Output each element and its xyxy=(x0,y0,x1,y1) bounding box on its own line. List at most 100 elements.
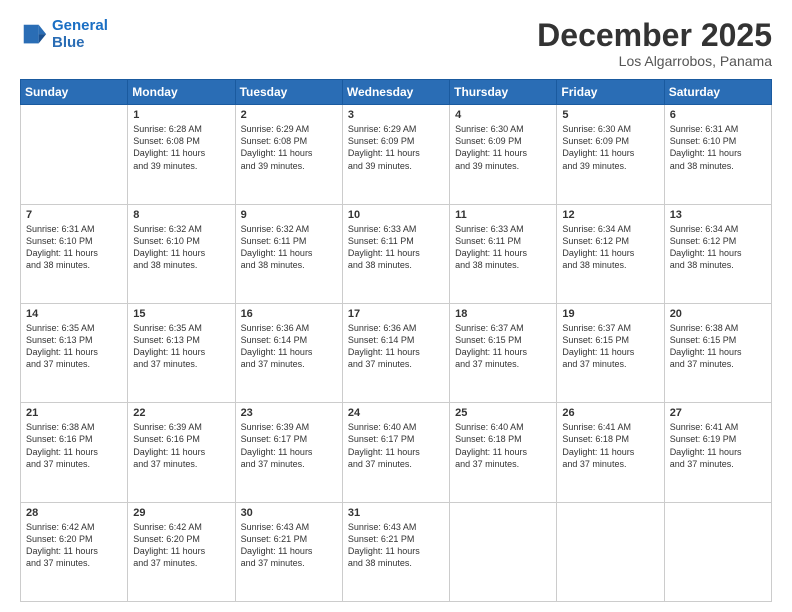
day-info: Sunrise: 6:31 AM Sunset: 6:10 PM Dayligh… xyxy=(26,223,122,272)
day-info: Sunrise: 6:39 AM Sunset: 6:17 PM Dayligh… xyxy=(241,421,337,470)
day-info: Sunrise: 6:37 AM Sunset: 6:15 PM Dayligh… xyxy=(562,322,658,371)
day-number: 27 xyxy=(670,407,766,419)
calendar-cell: 23 Sunrise: 6:39 AM Sunset: 6:17 PM Dayli… xyxy=(235,403,342,502)
day-number: 7 xyxy=(26,209,122,221)
day-number: 11 xyxy=(455,209,551,221)
calendar-cell: 24 Sunrise: 6:40 AM Sunset: 6:17 PM Dayli… xyxy=(342,403,449,502)
day-info: Sunrise: 6:38 AM Sunset: 6:15 PM Dayligh… xyxy=(670,322,766,371)
calendar-cell: 12Sunrise: 6:34 AM Sunset: 6:12 PM Dayli… xyxy=(557,204,664,303)
calendar-week-row: 21 Sunrise: 6:38 AM Sunset: 6:16 PM Dayli… xyxy=(21,403,772,502)
calendar-cell: 9 Sunrise: 6:32 AM Sunset: 6:11 PM Daylig… xyxy=(235,204,342,303)
day-number: 8 xyxy=(133,209,229,221)
calendar-cell: 16 Sunrise: 6:36 AM Sunset: 6:14 PM Dayli… xyxy=(235,303,342,402)
day-info: Sunrise: 6:32 AM Sunset: 6:11 PM Dayligh… xyxy=(241,223,337,272)
calendar-header-row: SundayMondayTuesdayWednesdayThursdayFrid… xyxy=(21,80,772,105)
calendar-cell xyxy=(557,502,664,601)
calendar-day-header: Tuesday xyxy=(235,80,342,105)
day-number: 18 xyxy=(455,308,551,320)
day-number: 3 xyxy=(348,109,444,121)
calendar-cell: 6 Sunrise: 6:31 AM Sunset: 6:10 PM Daylig… xyxy=(664,105,771,204)
day-number: 24 xyxy=(348,407,444,419)
day-info: Sunrise: 6:28 AM Sunset: 6:08 PM Dayligh… xyxy=(133,123,229,172)
calendar-day-header: Friday xyxy=(557,80,664,105)
calendar-week-row: 1 Sunrise: 6:28 AM Sunset: 6:08 PM Daylig… xyxy=(21,105,772,204)
day-info: Sunrise: 6:41 AM Sunset: 6:19 PM Dayligh… xyxy=(670,421,766,470)
day-info: Sunrise: 6:31 AM Sunset: 6:10 PM Dayligh… xyxy=(670,123,766,172)
calendar-cell: 13 Sunrise: 6:34 AM Sunset: 6:12 PM Dayli… xyxy=(664,204,771,303)
day-number: 6 xyxy=(670,109,766,121)
calendar-cell: 27 Sunrise: 6:41 AM Sunset: 6:19 PM Dayli… xyxy=(664,403,771,502)
logo: General Blue xyxy=(20,18,108,51)
day-number: 4 xyxy=(455,109,551,121)
day-number: 25 xyxy=(455,407,551,419)
day-number: 15 xyxy=(133,308,229,320)
day-number: 9 xyxy=(241,209,337,221)
logo-icon xyxy=(20,21,48,49)
calendar-table: SundayMondayTuesdayWednesdayThursdayFrid… xyxy=(20,79,772,602)
calendar-day-header: Saturday xyxy=(664,80,771,105)
day-number: 21 xyxy=(26,407,122,419)
day-number: 5 xyxy=(562,109,658,121)
day-info: Sunrise: 6:37 AM Sunset: 6:15 PM Dayligh… xyxy=(455,322,551,371)
day-number: 2 xyxy=(241,109,337,121)
calendar-cell: 30 Sunrise: 6:43 AM Sunset: 6:21 PM Dayli… xyxy=(235,502,342,601)
location: Los Algarrobos, Panama xyxy=(537,53,772,69)
day-info: Sunrise: 6:43 AM Sunset: 6:21 PM Dayligh… xyxy=(241,521,337,570)
calendar-cell: 21 Sunrise: 6:38 AM Sunset: 6:16 PM Dayli… xyxy=(21,403,128,502)
day-number: 23 xyxy=(241,407,337,419)
day-info: Sunrise: 6:34 AM Sunset: 6:12 PM Dayligh… xyxy=(670,223,766,272)
calendar-cell: 17 Sunrise: 6:36 AM Sunset: 6:14 PM Dayli… xyxy=(342,303,449,402)
logo-text: General Blue xyxy=(52,18,108,51)
day-number: 16 xyxy=(241,308,337,320)
day-number: 10 xyxy=(348,209,444,221)
calendar-cell: 19 Sunrise: 6:37 AM Sunset: 6:15 PM Dayli… xyxy=(557,303,664,402)
calendar-cell: 8 Sunrise: 6:32 AM Sunset: 6:10 PM Daylig… xyxy=(128,204,235,303)
day-number: 13 xyxy=(670,209,766,221)
calendar-cell: 3 Sunrise: 6:29 AM Sunset: 6:09 PM Daylig… xyxy=(342,105,449,204)
day-info: Sunrise: 6:35 AM Sunset: 6:13 PM Dayligh… xyxy=(26,322,122,371)
calendar-week-row: 14 Sunrise: 6:35 AM Sunset: 6:13 PM Dayli… xyxy=(21,303,772,402)
calendar-cell xyxy=(664,502,771,601)
calendar-day-header: Sunday xyxy=(21,80,128,105)
day-info: Sunrise: 6:33 AM Sunset: 6:11 PM Dayligh… xyxy=(348,223,444,272)
day-number: 29 xyxy=(133,507,229,519)
day-info: Sunrise: 6:33 AM Sunset: 6:11 PM Dayligh… xyxy=(455,223,551,272)
day-info: Sunrise: 6:30 AM Sunset: 6:09 PM Dayligh… xyxy=(562,123,658,172)
month-title: December 2025 xyxy=(537,18,772,53)
day-number: 30 xyxy=(241,507,337,519)
calendar-cell: 10 Sunrise: 6:33 AM Sunset: 6:11 PM Dayli… xyxy=(342,204,449,303)
calendar-cell: 7 Sunrise: 6:31 AM Sunset: 6:10 PM Daylig… xyxy=(21,204,128,303)
calendar-cell: 25Sunrise: 6:40 AM Sunset: 6:18 PM Dayli… xyxy=(450,403,557,502)
day-info: Sunrise: 6:40 AM Sunset: 6:17 PM Dayligh… xyxy=(348,421,444,470)
day-info: Sunrise: 6:32 AM Sunset: 6:10 PM Dayligh… xyxy=(133,223,229,272)
day-number: 28 xyxy=(26,507,122,519)
calendar-cell: 2Sunrise: 6:29 AM Sunset: 6:08 PM Daylig… xyxy=(235,105,342,204)
day-info: Sunrise: 6:41 AM Sunset: 6:18 PM Dayligh… xyxy=(562,421,658,470)
calendar-cell: 15 Sunrise: 6:35 AM Sunset: 6:13 PM Dayli… xyxy=(128,303,235,402)
day-info: Sunrise: 6:36 AM Sunset: 6:14 PM Dayligh… xyxy=(241,322,337,371)
day-number: 17 xyxy=(348,308,444,320)
day-info: Sunrise: 6:38 AM Sunset: 6:16 PM Dayligh… xyxy=(26,421,122,470)
day-info: Sunrise: 6:35 AM Sunset: 6:13 PM Dayligh… xyxy=(133,322,229,371)
calendar-cell: 31Sunrise: 6:43 AM Sunset: 6:21 PM Dayli… xyxy=(342,502,449,601)
calendar-cell: 1 Sunrise: 6:28 AM Sunset: 6:08 PM Daylig… xyxy=(128,105,235,204)
day-info: Sunrise: 6:42 AM Sunset: 6:20 PM Dayligh… xyxy=(26,521,122,570)
day-number: 14 xyxy=(26,308,122,320)
calendar-cell: 29Sunrise: 6:42 AM Sunset: 6:20 PM Dayli… xyxy=(128,502,235,601)
calendar-cell: 5 Sunrise: 6:30 AM Sunset: 6:09 PM Daylig… xyxy=(557,105,664,204)
logo-general: General xyxy=(52,17,108,34)
day-number: 19 xyxy=(562,308,658,320)
day-number: 1 xyxy=(133,109,229,121)
day-info: Sunrise: 6:29 AM Sunset: 6:09 PM Dayligh… xyxy=(348,123,444,172)
day-number: 20 xyxy=(670,308,766,320)
calendar-day-header: Wednesday xyxy=(342,80,449,105)
day-number: 12 xyxy=(562,209,658,221)
title-block: December 2025 Los Algarrobos, Panama xyxy=(537,18,772,69)
day-number: 31 xyxy=(348,507,444,519)
day-info: Sunrise: 6:36 AM Sunset: 6:14 PM Dayligh… xyxy=(348,322,444,371)
calendar-week-row: 28 Sunrise: 6:42 AM Sunset: 6:20 PM Dayli… xyxy=(21,502,772,601)
calendar-cell: 11 Sunrise: 6:33 AM Sunset: 6:11 PM Dayli… xyxy=(450,204,557,303)
calendar-cell: 22Sunrise: 6:39 AM Sunset: 6:16 PM Dayli… xyxy=(128,403,235,502)
calendar-week-row: 7 Sunrise: 6:31 AM Sunset: 6:10 PM Daylig… xyxy=(21,204,772,303)
calendar-cell xyxy=(21,105,128,204)
